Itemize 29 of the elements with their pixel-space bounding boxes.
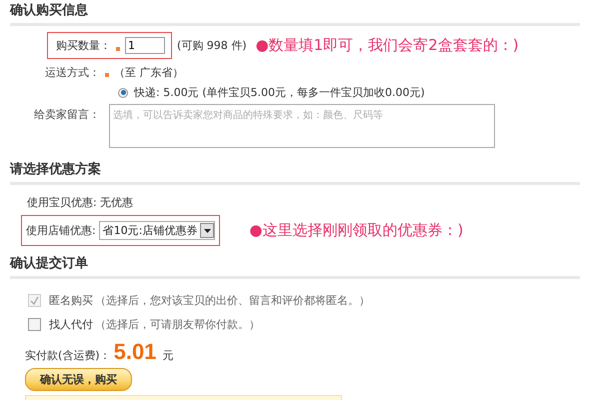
available-count: (可购 998 件)	[177, 38, 247, 53]
checkbox[interactable]	[28, 318, 41, 331]
checkbox-label: 找人代付	[49, 317, 93, 332]
field-label: 购买数量：	[56, 38, 111, 53]
required-mark	[105, 73, 109, 77]
radio-button[interactable]	[118, 88, 128, 98]
section-heading: 请选择优惠方案	[10, 160, 580, 185]
total-amount: 5.01	[114, 339, 156, 365]
submit-button[interactable]: 确认无误，购买	[25, 368, 132, 391]
checkbox-label: 匿名购买	[49, 293, 93, 308]
field-label: 使用店铺优惠:	[26, 223, 96, 238]
message-field[interactable]: 选填，可以告诉卖家您对商品的特殊要求，如：颜色、尺码等	[109, 104, 495, 148]
annotation-note: ●数量填1即可，我们会寄2盒套套的：)	[256, 36, 519, 55]
option-hint: （选择后，您对该宝贝的出价、留言和评价都将匿名。）	[95, 293, 370, 308]
total-label: 实付款(含运费)：	[25, 348, 111, 363]
discount-text: 使用宝贝优惠: 无优惠	[27, 195, 134, 210]
required-mark	[116, 47, 120, 51]
field-label: 运送方式：	[44, 65, 100, 80]
option-hint: （选择后，可请朋友帮你付款。）	[95, 317, 260, 332]
section-heading: 确认购买信息	[10, 1, 580, 26]
quantity-input[interactable]: 1	[125, 37, 165, 54]
coupon-dropdown[interactable]: 省10元:店铺优惠券	[98, 221, 216, 240]
caret-icon	[200, 223, 214, 238]
section-heading: 确认提交订单	[10, 254, 580, 279]
field-label: 给卖家留言：	[33, 107, 100, 122]
shipping-destination: （至 广东省）	[114, 65, 184, 80]
annotation-note: ●这里选择刚刚领取的优惠券：)	[249, 221, 464, 240]
radio-label: 快递: 5.00元 (单件宝贝5.00元，每多一件宝贝加收0.00元)	[134, 85, 425, 100]
currency-unit: 元	[162, 348, 174, 363]
